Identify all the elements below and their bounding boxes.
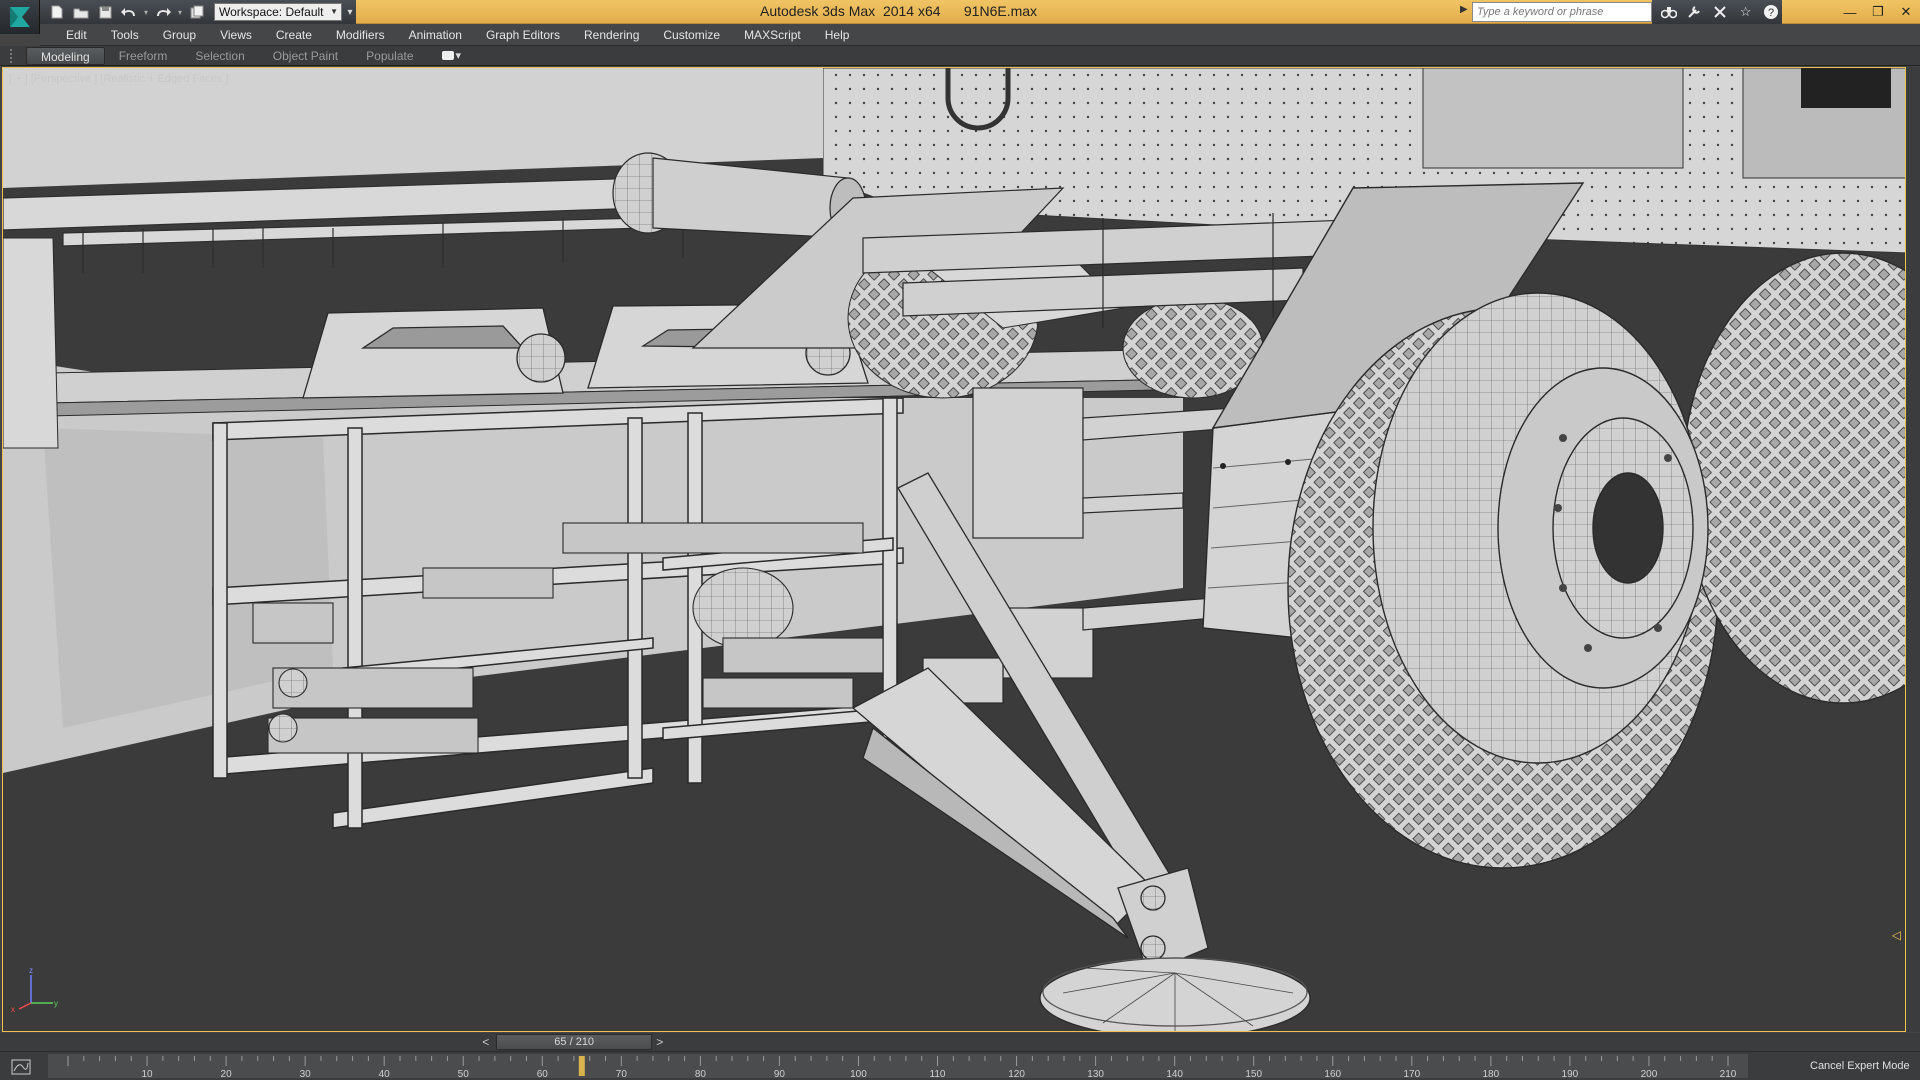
- communication-center-icon[interactable]: [1709, 2, 1731, 22]
- time-slider-thumb[interactable]: 65 / 210: [496, 1034, 653, 1050]
- viewport-side-strip: [1906, 67, 1920, 1032]
- menu-tools[interactable]: Tools: [99, 25, 151, 45]
- track-tick-label: 120: [1008, 1069, 1025, 1080]
- quick-access-toolbar: ▾ ▾ Workspace: Default ▼ ▾: [40, 0, 356, 24]
- close-icon[interactable]: ✕: [1892, 0, 1920, 24]
- track-tick-label: 110: [930, 1069, 946, 1080]
- menu-group[interactable]: Group: [151, 25, 208, 45]
- window-controls: — ❐ ✕: [1836, 0, 1920, 24]
- chevron-down-icon: ▼: [330, 7, 338, 16]
- customize-toolbar-icon[interactable]: ▾: [344, 7, 356, 18]
- menu-edit[interactable]: Edit: [54, 25, 99, 45]
- undo-dropdown-icon[interactable]: ▾: [142, 2, 150, 22]
- menu-maxscript[interactable]: MAXScript: [732, 25, 813, 45]
- track-tick-label: 30: [300, 1069, 312, 1080]
- undo-icon[interactable]: [118, 2, 140, 22]
- svg-text:?: ?: [1768, 7, 1774, 19]
- scene-render: [3, 68, 1905, 1031]
- track-tick-label: 90: [774, 1069, 786, 1080]
- binoculars-icon[interactable]: [1658, 2, 1680, 22]
- track-tick-label: 160: [1324, 1069, 1341, 1080]
- menu-customize[interactable]: Customize: [651, 25, 732, 45]
- time-slider-prev-button[interactable]: <: [482, 1034, 489, 1050]
- ribbon-tab-bar: Modeling Freeform Selection Object Paint…: [0, 46, 1920, 66]
- track-tick-label: 80: [695, 1069, 707, 1080]
- search-expand-icon[interactable]: ▶: [1460, 4, 1468, 15]
- track-tick-label: 130: [1087, 1069, 1104, 1080]
- menu-bar: Edit Tools Group Views Create Modifiers …: [40, 24, 1920, 46]
- infocenter-toolbar: ☆ ?: [1652, 0, 1782, 24]
- tab-object-paint[interactable]: Object Paint: [259, 47, 352, 65]
- tab-modeling[interactable]: Modeling: [26, 46, 105, 65]
- track-tick-label: 150: [1245, 1069, 1262, 1080]
- project-folder-icon[interactable]: [186, 2, 208, 22]
- viewport-label-menu[interactable]: [ + ] [Perspective ] [Realistic + Edged …: [9, 73, 229, 85]
- redo-dropdown-icon[interactable]: ▾: [176, 2, 184, 22]
- menu-help[interactable]: Help: [813, 25, 862, 45]
- track-tick-label: 180: [1483, 1069, 1500, 1080]
- viewport-edge-marker-icon: ◁: [1891, 928, 1901, 942]
- axis-tripod-icon: z y x: [11, 966, 58, 1013]
- current-frame-marker[interactable]: [578, 1056, 585, 1076]
- track-tick-label: 20: [221, 1069, 233, 1080]
- menu-animation[interactable]: Animation: [397, 25, 474, 45]
- cancel-expert-mode-button[interactable]: Cancel Expert Mode: [1810, 1060, 1910, 1072]
- menu-graph-editors[interactable]: Graph Editors: [474, 25, 572, 45]
- title-bar: ▾ ▾ Workspace: Default ▼ ▾ Autodesk 3ds …: [0, 0, 1920, 34]
- axis-y-label: y: [54, 999, 58, 1008]
- help-icon[interactable]: ?: [1760, 2, 1782, 22]
- menu-rendering[interactable]: Rendering: [572, 25, 651, 45]
- track-tick-label: 10: [141, 1069, 153, 1080]
- favorites-star-icon[interactable]: ☆: [1735, 2, 1757, 22]
- chevron-down-icon: ▾: [455, 50, 462, 62]
- open-file-icon[interactable]: [70, 2, 92, 22]
- workspace-label: Workspace: Default: [219, 5, 324, 19]
- track-bar-ruler[interactable]: 10 20 30 40 50 60 70 80 90 100 110 120 130 140 150 160 1…: [48, 1052, 1748, 1080]
- track-tick-label: 70: [616, 1069, 628, 1080]
- application-menu-button[interactable]: [0, 0, 40, 34]
- window-title: Autodesk 3ds Max 2014 x64 91N6E.max: [760, 3, 1038, 19]
- track-tick-label: 50: [458, 1069, 470, 1080]
- tab-populate[interactable]: Populate: [352, 47, 427, 65]
- restore-icon[interactable]: ❐: [1864, 0, 1892, 24]
- track-tick-label: 210: [1720, 1069, 1737, 1080]
- track-tick-label: 170: [1403, 1069, 1420, 1080]
- 3ds-max-logo-icon: [10, 7, 30, 27]
- perspective-viewport[interactable]: [ + ] [Perspective ] [Realistic + Edged …: [2, 67, 1906, 1032]
- track-tick-label: 140: [1166, 1069, 1183, 1080]
- save-file-icon[interactable]: [94, 2, 116, 22]
- ribbon-toggle-icon: [441, 51, 454, 60]
- subscription-tools-icon[interactable]: [1684, 2, 1706, 22]
- new-file-icon[interactable]: [46, 2, 68, 22]
- track-tick-label: 40: [379, 1069, 391, 1080]
- axis-z-label: z: [29, 966, 33, 975]
- ribbon-minimize-toggle[interactable]: ▾: [441, 49, 462, 62]
- track-tick-label: 200: [1641, 1069, 1658, 1080]
- search-input[interactable]: Type a keyword or phrase: [1472, 2, 1652, 22]
- track-tick-label: 100: [850, 1069, 867, 1080]
- workspace-dropdown[interactable]: Workspace: Default ▼: [214, 3, 342, 21]
- time-slider-next-button[interactable]: >: [656, 1034, 663, 1050]
- menu-create[interactable]: Create: [264, 25, 324, 45]
- time-slider[interactable]: < 65 / 210 >: [0, 1033, 1920, 1051]
- ribbon-grip-handle[interactable]: [10, 48, 14, 63]
- menu-views[interactable]: Views: [208, 25, 264, 45]
- track-tick-label: 60: [537, 1069, 549, 1080]
- track-bar[interactable]: 10 20 30 40 50 60 70 80 90 100 110 120 130 140 150 160 1…: [0, 1051, 1920, 1080]
- mini-curve-editor-icon[interactable]: [6, 1056, 36, 1078]
- tab-freeform[interactable]: Freeform: [105, 47, 182, 65]
- minimize-icon[interactable]: —: [1836, 0, 1864, 24]
- redo-icon[interactable]: [152, 2, 174, 22]
- tab-selection[interactable]: Selection: [181, 47, 258, 65]
- time-slider-frame-readout: 65 / 210: [554, 1036, 595, 1048]
- axis-x-label: x: [11, 1005, 15, 1013]
- track-tick-label: 190: [1562, 1069, 1579, 1080]
- menu-modifiers[interactable]: Modifiers: [324, 25, 397, 45]
